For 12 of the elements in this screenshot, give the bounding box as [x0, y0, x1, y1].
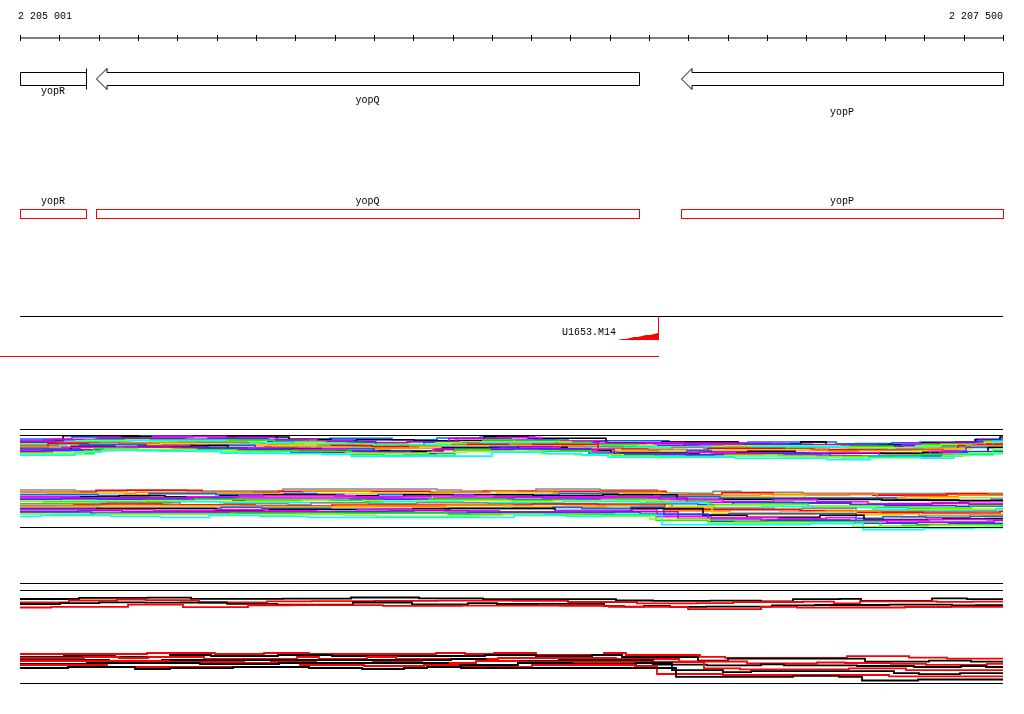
- feature-label: yopP: [830, 197, 854, 207]
- read-label: U1653.M14: [562, 328, 616, 338]
- gene-label: yopR: [41, 87, 65, 97]
- end-coordinate: 2 207 500: [949, 12, 1003, 24]
- start-coordinate: 2 205 001: [18, 12, 72, 24]
- gene-label: yopP: [830, 108, 854, 118]
- gene-label: yopQ: [355, 96, 380, 106]
- feature-label: yopQ: [355, 197, 380, 207]
- gene-arrow[interactable]: [681, 68, 1004, 90]
- coverage-ramp: [618, 316, 659, 341]
- gene-arrow[interactable]: [96, 68, 640, 90]
- feature-label: yopR: [41, 197, 65, 207]
